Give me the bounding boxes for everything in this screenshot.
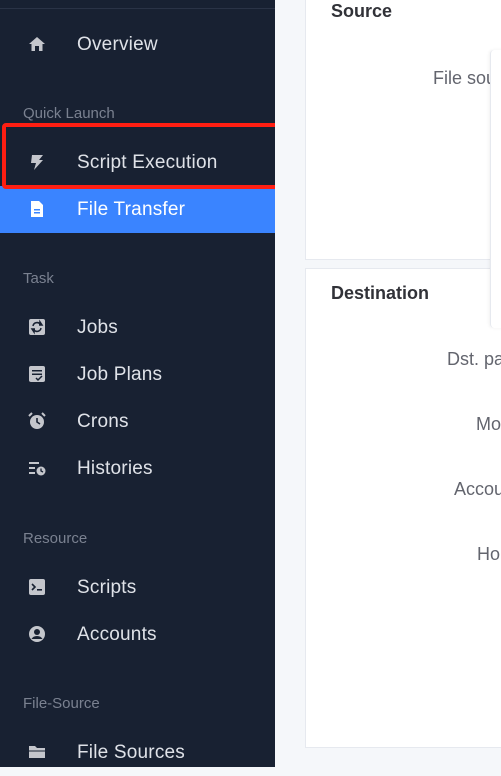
source-card: Source File sou bbox=[305, 0, 501, 260]
alarm-clock-icon bbox=[28, 412, 46, 430]
account-label: Accou bbox=[454, 479, 501, 499]
destination-card: Destination Dst. pa Mo Accou Ho bbox=[305, 268, 501, 748]
group-title-task: Task bbox=[23, 270, 54, 287]
history-list-icon bbox=[28, 459, 46, 477]
user-circle-icon bbox=[28, 625, 46, 643]
sidebar-item-job-plans[interactable]: Job Plans bbox=[0, 351, 275, 398]
mode-label: Mo bbox=[476, 414, 501, 434]
sidebar: Overview Quick Launch Script Execution F… bbox=[0, 0, 275, 767]
sidebar-item-label: Accounts bbox=[77, 623, 157, 645]
sidebar-item-label: Crons bbox=[77, 410, 129, 432]
group-title-file-source: File-Source bbox=[23, 695, 100, 712]
sidebar-item-label: Overview bbox=[77, 33, 158, 55]
source-title: Source bbox=[331, 1, 393, 21]
sidebar-item-jobs[interactable]: Jobs bbox=[0, 304, 275, 351]
terminal-icon bbox=[28, 578, 46, 596]
folder-icon bbox=[28, 743, 46, 761]
sidebar-item-label: Histories bbox=[77, 457, 153, 479]
sidebar-item-label: File Transfer bbox=[77, 198, 186, 220]
sidebar-item-crons[interactable]: Crons bbox=[0, 398, 275, 445]
sidebar-item-label: Scripts bbox=[77, 576, 137, 598]
file-source-label: File sou bbox=[433, 68, 497, 88]
refresh-icon bbox=[28, 318, 46, 336]
host-label: Ho bbox=[477, 544, 501, 564]
sidebar-item-file-transfer[interactable]: File Transfer bbox=[0, 186, 275, 233]
checklist-icon bbox=[28, 365, 46, 383]
group-title-quick-launch: Quick Launch bbox=[23, 105, 115, 122]
sidebar-item-accounts[interactable]: Accounts bbox=[0, 611, 275, 658]
destination-title: Destination bbox=[331, 283, 430, 303]
home-icon bbox=[28, 35, 46, 53]
file-icon bbox=[28, 200, 46, 218]
sidebar-item-scripts[interactable]: Scripts bbox=[0, 564, 275, 611]
dst-path-label: Dst. pa bbox=[447, 349, 501, 369]
side-panel-edge[interactable] bbox=[490, 50, 501, 328]
sidebar-item-overview[interactable]: Overview bbox=[0, 21, 275, 68]
sidebar-divider bbox=[0, 8, 275, 9]
sidebar-item-label: File Sources bbox=[77, 741, 185, 763]
group-title-resource: Resource bbox=[23, 530, 88, 547]
sidebar-item-label: Job Plans bbox=[77, 363, 163, 385]
sidebar-item-histories[interactable]: Histories bbox=[0, 445, 275, 492]
main-content: Source File sou Destination Dst. pa Mo A… bbox=[275, 0, 501, 767]
sidebar-item-file-sources[interactable]: File Sources bbox=[0, 729, 275, 776]
sidebar-item-label: Jobs bbox=[77, 316, 118, 338]
highlight-annotation-box bbox=[2, 123, 316, 189]
